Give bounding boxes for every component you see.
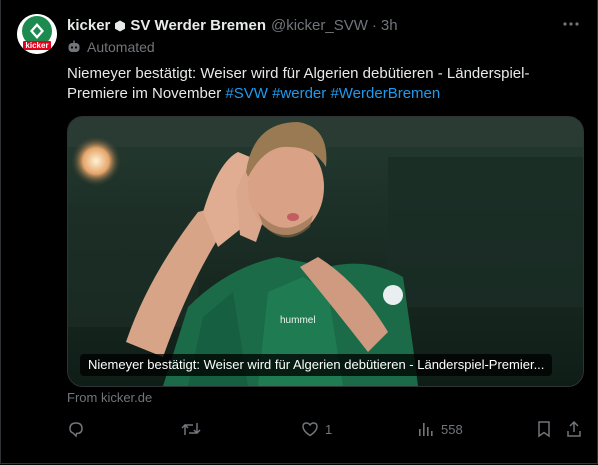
article-photo: hummel	[68, 117, 583, 386]
automated-text: Automated	[87, 39, 155, 55]
avatar-text: kicker	[25, 41, 48, 50]
heart-icon	[302, 422, 318, 437]
hashtag-svw[interactable]: #SVW	[225, 85, 268, 102]
bookmark-icon	[538, 421, 550, 438]
hashtag-werderbremen[interactable]: #WerderBremen	[330, 85, 440, 102]
like-count: 1	[325, 421, 333, 437]
card-source[interactable]: From kicker.de	[67, 390, 152, 405]
link-card[interactable]: hummel Niemeyer bestätigt: Weiser wird f…	[67, 116, 584, 387]
tweet-container[interactable]: kicker kicker SV Werder Bremen @kicker_S…	[0, 0, 598, 464]
robot-icon	[68, 40, 80, 52]
avatar[interactable]: kicker	[17, 14, 57, 54]
separator-dot: ·	[371, 16, 377, 34]
reply-button[interactable]	[67, 420, 91, 438]
automated-label: Automated	[67, 39, 155, 55]
share-icon	[567, 420, 581, 437]
hexagon-badge-icon	[114, 19, 126, 32]
repost-icon	[181, 423, 201, 435]
views-count: 558	[441, 421, 463, 437]
svg-text:hummel: hummel	[280, 315, 316, 326]
views-button[interactable]: 558	[417, 420, 463, 438]
card-title[interactable]: Niemeyer bestätigt: Weiser wird für Alge…	[80, 354, 553, 376]
tweet-header: kicker SV Werder Bremen @kicker_SVW · 3h	[67, 15, 398, 35]
reply-icon	[69, 422, 83, 438]
bookmark-button[interactable]	[536, 420, 558, 438]
author-affiliation[interactable]: SV Werder Bremen	[130, 17, 266, 34]
author-handle[interactable]: @kicker_SVW	[271, 17, 368, 34]
hashtag-werder[interactable]: #werder	[272, 85, 326, 102]
timestamp[interactable]: 3h	[381, 17, 398, 34]
tweet-text: Niemeyer bestätigt: Weiser wird für Alge…	[67, 64, 567, 104]
author-name[interactable]: kicker	[67, 17, 110, 34]
repost-button[interactable]	[181, 420, 207, 438]
like-button[interactable]: 1	[301, 420, 332, 438]
action-bar: 1 558	[67, 420, 587, 440]
more-options-icon[interactable]	[561, 14, 581, 34]
views-bar-chart-icon	[419, 423, 433, 436]
share-button[interactable]	[566, 420, 588, 438]
